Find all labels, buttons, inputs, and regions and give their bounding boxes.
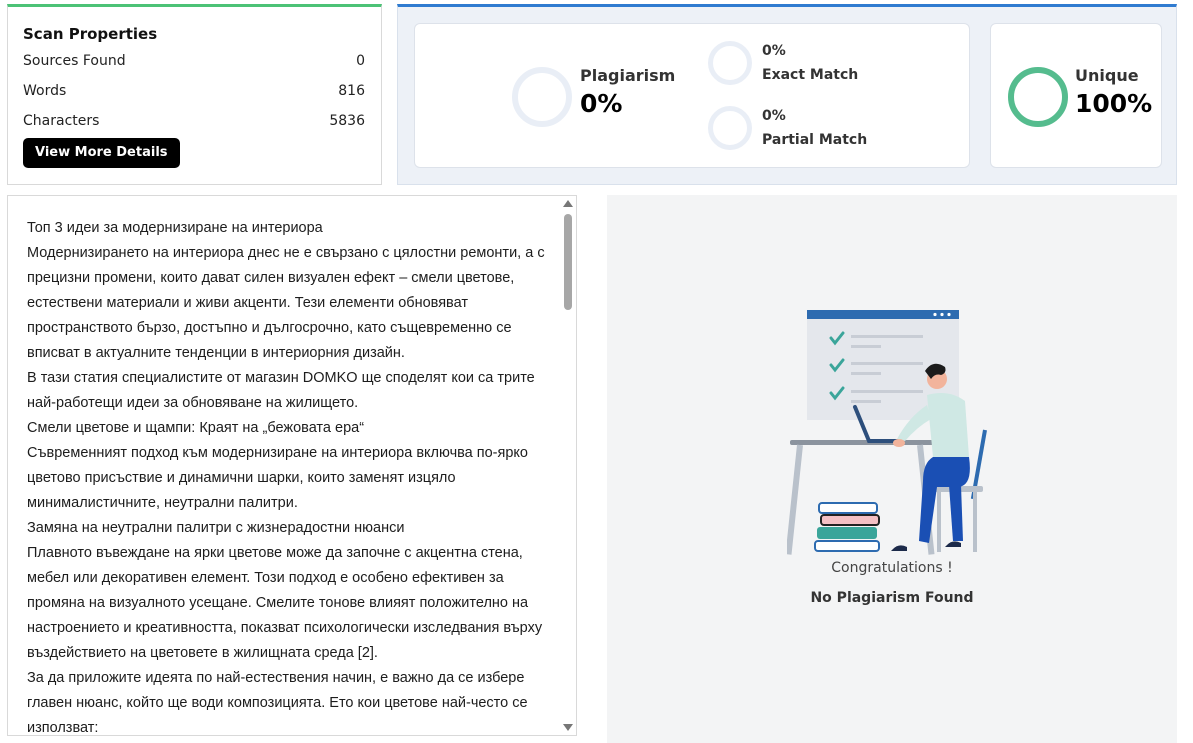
scroll-thumb[interactable] (564, 214, 572, 310)
prop-value: 5836 (329, 113, 365, 129)
partial-match-label: Partial Match (762, 132, 868, 148)
unique-value: 100% (1075, 89, 1153, 118)
scroll-up-arrow-icon[interactable] (563, 200, 573, 207)
text-paragraph: Замяна на неутрални палитри с жизнерадос… (27, 520, 405, 536)
unique-ring (1008, 67, 1068, 127)
text-paragraph: В тази статия специалистите от магазин D… (27, 370, 535, 411)
results-panel: Plagiarism 0% 0% Exact Match 0% Partial … (397, 4, 1177, 185)
scan-properties-title: Scan Properties (23, 25, 158, 43)
plagiarism-label: Plagiarism (580, 66, 676, 85)
text-paragraph: Съвременният подход към модернизиране на… (27, 445, 528, 511)
exact-match-value: 0% (762, 43, 786, 59)
prop-row-sources: Sources Found 0 (23, 52, 365, 82)
exact-match-label: Exact Match (762, 67, 859, 83)
unique-label: Unique (1075, 66, 1139, 85)
partial-match-ring (708, 106, 752, 150)
plagiarism-ring (512, 67, 572, 127)
text-paragraph: Плавното въвеждане на ярки цветове може … (27, 545, 543, 661)
congratulations-text: Congratulations ! (831, 560, 953, 576)
scanned-text: Топ 3 идеи за модернизиране на интериора… (27, 216, 547, 736)
text-paragraph: Смели цветове и щампи: Краят на „бежоват… (27, 420, 365, 436)
scroll-down-arrow-icon[interactable] (563, 724, 573, 731)
exact-match-ring (708, 41, 752, 85)
person-at-laptop-illustration (787, 310, 987, 555)
unique-box: Unique 100% (990, 23, 1162, 168)
text-paragraph: Топ 3 идеи за модернизиране на интериора (27, 220, 323, 236)
prop-value: 816 (338, 83, 365, 99)
partial-match-value: 0% (762, 108, 786, 124)
scan-properties-card: Scan Properties Sources Found 0 Words 81… (7, 4, 382, 185)
scanned-text-pane[interactable]: Топ 3 идеи за модернизиране на интериора… (7, 195, 577, 736)
prop-label: Words (23, 83, 67, 99)
text-scrollbar[interactable] (560, 196, 576, 735)
plagiarism-box: Plagiarism 0% 0% Exact Match 0% Partial … (414, 23, 970, 168)
view-more-details-button[interactable]: View More Details (23, 138, 180, 168)
no-plagiarism-text: No Plagiarism Found (810, 590, 974, 606)
plagiarism-value: 0% (580, 89, 623, 118)
prop-row-words: Words 816 (23, 82, 365, 112)
prop-value: 0 (356, 53, 365, 69)
text-paragraph: Модернизирането на интериора днес не е с… (27, 245, 545, 361)
prop-label: Sources Found (23, 53, 126, 69)
result-panel: Congratulations ! No Plagiarism Found (607, 195, 1177, 743)
text-paragraph: За да приложите идеята по най-естествени… (27, 670, 528, 736)
